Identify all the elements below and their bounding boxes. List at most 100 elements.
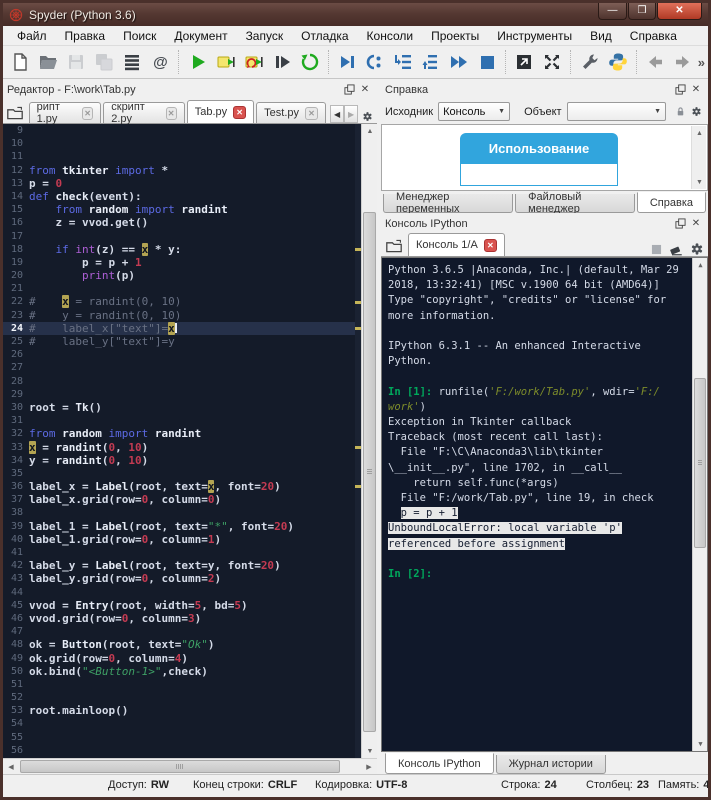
menu-item-Вид[interactable]: Вид [581,27,621,45]
step-return-button[interactable] [417,49,445,76]
menu-item-Отладка[interactable]: Отладка [292,27,357,45]
menu-item-Инструменты[interactable]: Инструменты [488,27,581,45]
save-all-button[interactable] [90,49,118,76]
editor-tab-рипт 1.py[interactable]: рипт 1.py✕ [29,102,102,123]
line-number: 32 [3,427,29,440]
close-button[interactable]: ✕ [657,3,702,20]
help-options-gear-icon[interactable] [688,105,704,119]
close-pane-icon[interactable]: ✕ [688,217,704,231]
scroll-right-icon[interactable]: ▶ [361,759,377,775]
menu-item-Запуск[interactable]: Запуск [237,27,293,45]
close-tab-icon[interactable]: ✕ [166,107,177,120]
code-editor[interactable]: 9 10 11 12from tkinter import *13p = 014… [3,124,377,758]
float-pane-icon[interactable] [672,83,688,97]
scroll-up-icon[interactable]: ▲ [693,258,708,272]
scroll-up-icon[interactable]: ▲ [362,124,377,138]
code-line: 17 [3,230,355,243]
restart-kernel-button[interactable] [296,49,324,76]
save-button[interactable] [62,49,90,76]
symbol-finder-button[interactable]: @ [146,49,174,76]
editor-vscroll-thumb[interactable] [363,212,376,732]
tabs-scroll-right-icon[interactable]: ▶ [344,105,358,123]
run-button[interactable] [183,49,211,76]
status-value: 45 % [703,779,711,791]
step-over-button[interactable] [361,49,389,76]
tabs-scroll-left-icon[interactable]: ◀ [330,105,344,123]
python-env-button[interactable] [604,49,632,76]
close-tab-icon[interactable]: ✕ [484,239,497,252]
line-number: 54 [3,717,29,730]
spyder-window: Spyder (Python 3.6) — ❒ ✕ ФайлПравкаПоис… [0,0,711,800]
code-text [29,717,355,730]
console-scroll-thumb[interactable] [694,378,706,548]
close-tab-icon[interactable]: ✕ [233,106,246,119]
tab-Справка[interactable]: Справка [637,192,706,213]
maximize-pane-button[interactable] [510,49,538,76]
back-button[interactable] [641,49,669,76]
help-scrollbar[interactable]: ▲ ▼ [691,126,706,189]
code-line: 30root = Tk() [3,401,355,414]
float-pane-icon[interactable] [672,217,688,231]
editor-tab-Test.py[interactable]: Test.py✕ [256,102,326,123]
close-pane-icon[interactable]: ✕ [688,83,704,97]
close-tab-icon[interactable]: ✕ [305,107,318,120]
tab-Файловый менеджер[interactable]: Файловый менеджер [515,194,635,213]
clear-console-eraser-icon[interactable] [669,243,684,256]
new-file-button[interactable] [6,49,34,76]
open-file-button[interactable] [34,49,62,76]
console-options-gear-icon[interactable] [690,242,704,256]
at-icon: @ [153,54,168,71]
scroll-down-icon[interactable]: ▼ [693,737,708,751]
toolbar-overflow-button[interactable]: » [698,55,705,70]
debug-button[interactable] [333,49,361,76]
object-combobox[interactable]: ▼ [567,102,666,121]
code-line: 36label_x = Label(root, text=x, font=20) [3,480,355,493]
close-tab-icon[interactable]: ✕ [82,107,93,120]
console-scrollbar[interactable]: ▲ ▼ [692,258,707,751]
menu-item-Консоли[interactable]: Консоли [358,27,423,45]
editor-options-gear-icon[interactable] [360,109,375,123]
maximize-button[interactable]: ❒ [628,3,656,20]
continue-button[interactable] [445,49,473,76]
browse-tabs-icon[interactable] [5,103,26,123]
browse-tabs-icon[interactable] [383,236,405,256]
editor-tab-bar: рипт 1.py✕скрипт 2.py✕Tab.py✕Test.py✕ ◀ … [3,100,377,124]
menu-item-Проекты[interactable]: Проекты [422,27,488,45]
code-line: 42label_y = Label(root, text=y, font=20) [3,559,355,572]
editor-tab-Tab.py[interactable]: Tab.py✕ [187,100,254,123]
editor-tab-скрипт 2.py[interactable]: скрипт 2.py✕ [103,102,184,123]
tab-Журнал истории[interactable]: Журнал истории [496,755,606,774]
tab-Менеджер переменных[interactable]: Менеджер переменных [383,194,513,213]
interrupt-kernel-icon[interactable] [650,243,663,256]
forward-button[interactable] [669,49,697,76]
fullscreen-button[interactable] [538,49,566,76]
float-pane-icon[interactable] [341,83,357,97]
menu-item-Правка[interactable]: Правка [56,27,115,45]
source-combobox[interactable]: Консоль▼ [438,102,510,121]
scroll-left-icon[interactable]: ◀ [3,759,19,775]
step-into-button[interactable] [389,49,417,76]
minimize-button[interactable]: — [598,3,627,20]
stop-button[interactable] [473,49,501,76]
rerun-cell-button[interactable] [240,49,268,76]
menu-item-Файл[interactable]: Файл [8,27,56,45]
scroll-down-icon[interactable]: ▼ [362,744,377,758]
lock-icon[interactable] [672,105,688,119]
preferences-button[interactable] [575,49,603,76]
scroll-down-icon[interactable]: ▼ [692,175,707,189]
run-selection-button[interactable] [268,49,296,76]
close-pane-icon[interactable]: ✕ [357,83,373,97]
file-switcher-button[interactable] [118,49,146,76]
line-number: 16 [3,216,29,229]
console-tab[interactable]: Консоль 1/A ✕ [408,233,505,256]
scroll-up-icon[interactable]: ▲ [692,126,707,140]
editor-hscroll-thumb[interactable] [20,760,340,773]
menu-item-Документ[interactable]: Документ [165,27,236,45]
menu-item-Поиск[interactable]: Поиск [114,27,165,45]
ipython-console-output[interactable]: Python 3.6.5 |Anaconda, Inc.| (default, … [381,257,708,752]
run-cell-button[interactable] [212,49,240,76]
tab-Консоль IPython[interactable]: Консоль IPython [385,753,494,774]
editor-horizontal-scrollbar[interactable]: ◀ ▶ [3,758,377,774]
editor-vertical-scrollbar[interactable]: ▲ ▼ [361,124,377,758]
menu-item-Справка[interactable]: Справка [621,27,686,45]
